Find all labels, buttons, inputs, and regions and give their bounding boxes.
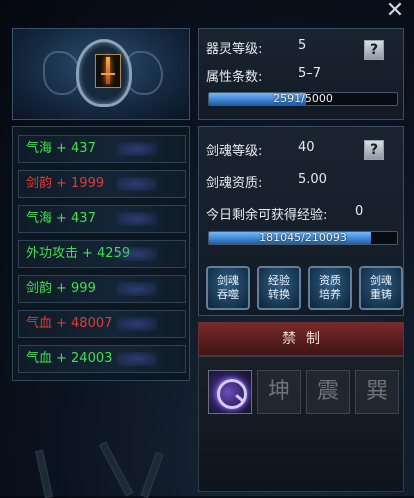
attribute-glow bbox=[117, 177, 157, 191]
action-label-line2: 重铸 bbox=[370, 288, 392, 301]
action-label-line2: 吞噬 bbox=[217, 288, 239, 301]
attribute-name: 气血 bbox=[26, 316, 53, 331]
jianhun-level-label: 剑魂等级: bbox=[206, 144, 263, 159]
attribute-glow bbox=[117, 317, 157, 331]
sword-icon bbox=[101, 57, 115, 84]
daily-exp-value: 0 bbox=[355, 204, 364, 219]
seal-slot[interactable]: 震 bbox=[306, 370, 350, 414]
attribute-value: + 48007 bbox=[56, 316, 113, 331]
qiling-level-label: 器灵等级: bbox=[206, 42, 263, 57]
qiling-exp-text: 2591/5000 bbox=[273, 92, 333, 105]
sword-emblem-panel bbox=[12, 28, 190, 120]
q-seal-slot[interactable] bbox=[208, 370, 252, 414]
attribute-value: + 24003 bbox=[56, 351, 113, 366]
jianhun-help-button[interactable]: ? bbox=[364, 140, 384, 160]
devour-button[interactable]: 剑魂 吞噬 bbox=[206, 266, 250, 310]
qiling-help-button[interactable]: ? bbox=[364, 40, 384, 60]
action-label-line1: 资质 bbox=[319, 274, 341, 287]
attribute-glow bbox=[117, 247, 157, 261]
attribute-glow bbox=[117, 352, 157, 366]
action-label-line1: 经验 bbox=[268, 274, 290, 287]
seal-slot[interactable]: 巽 bbox=[355, 370, 399, 414]
jianhun-quality-label: 剑魂资质: bbox=[206, 176, 263, 191]
game-window: ✕ 气海 + 437 剑韵 + 1999 气海 + 437 外功攻击 + 4259 剑韵 + 99… bbox=[0, 0, 414, 498]
attribute-row: 剑韵 + 1999 bbox=[18, 170, 186, 198]
ground-sword-decoration bbox=[140, 452, 164, 498]
attribute-glow bbox=[117, 282, 157, 296]
attribute-value: + 999 bbox=[56, 281, 96, 296]
attribute-glow bbox=[117, 142, 157, 156]
action-label-line2: 转换 bbox=[268, 288, 290, 301]
forbid-header: 禁制 bbox=[198, 322, 404, 356]
jianhun-level-value: 40 bbox=[298, 140, 315, 155]
sword-item-slot[interactable] bbox=[95, 54, 121, 88]
attribute-name: 气海 bbox=[26, 211, 53, 226]
attribute-name: 外功攻击 bbox=[26, 246, 79, 261]
attribute-row: 外功攻击 + 4259 bbox=[18, 240, 186, 268]
close-button[interactable]: ✕ bbox=[384, 0, 406, 22]
jianhun-exp-bar: 181045/210093 bbox=[208, 231, 398, 245]
jianhun-quality-value: 5.00 bbox=[298, 172, 327, 187]
attribute-value: + 1999 bbox=[56, 176, 105, 191]
attribute-row: 气海 + 437 bbox=[18, 135, 186, 163]
jianhun-exp-text: 181045/210093 bbox=[259, 231, 347, 244]
q-seal-icon bbox=[217, 379, 247, 409]
attribute-name: 气海 bbox=[26, 141, 53, 156]
attribute-glow bbox=[117, 212, 157, 226]
attribute-row: 气海 + 437 bbox=[18, 205, 186, 233]
action-label-line1: 剑魂 bbox=[217, 274, 239, 287]
quality-train-button[interactable]: 资质 培养 bbox=[308, 266, 352, 310]
qiling-exp-bar: 2591/5000 bbox=[208, 92, 398, 106]
ground-sword-decoration bbox=[98, 441, 134, 497]
action-label-line1: 剑魂 bbox=[370, 274, 392, 287]
daily-exp-label: 今日剩余可获得经验: bbox=[206, 208, 328, 223]
attribute-name: 气血 bbox=[26, 351, 53, 366]
attribute-value: + 437 bbox=[56, 211, 96, 226]
recast-button[interactable]: 剑魂 重铸 bbox=[359, 266, 403, 310]
attr-count-value: 5–7 bbox=[298, 66, 322, 81]
exp-convert-button[interactable]: 经验 转换 bbox=[257, 266, 301, 310]
qiling-level-value: 5 bbox=[298, 38, 307, 53]
attribute-value: + 437 bbox=[56, 141, 96, 156]
attribute-row: 剑韵 + 999 bbox=[18, 275, 186, 303]
attribute-row: 气血 + 48007 bbox=[18, 310, 186, 338]
attribute-row: 气血 + 24003 bbox=[18, 345, 186, 373]
ground-sword-decoration bbox=[35, 449, 53, 498]
action-label-line2: 培养 bbox=[319, 288, 341, 301]
attr-count-label: 属性条数: bbox=[206, 70, 263, 85]
attribute-name: 剑韵 bbox=[26, 176, 53, 191]
seal-slot[interactable]: 坤 bbox=[257, 370, 301, 414]
attribute-name: 剑韵 bbox=[26, 281, 53, 296]
